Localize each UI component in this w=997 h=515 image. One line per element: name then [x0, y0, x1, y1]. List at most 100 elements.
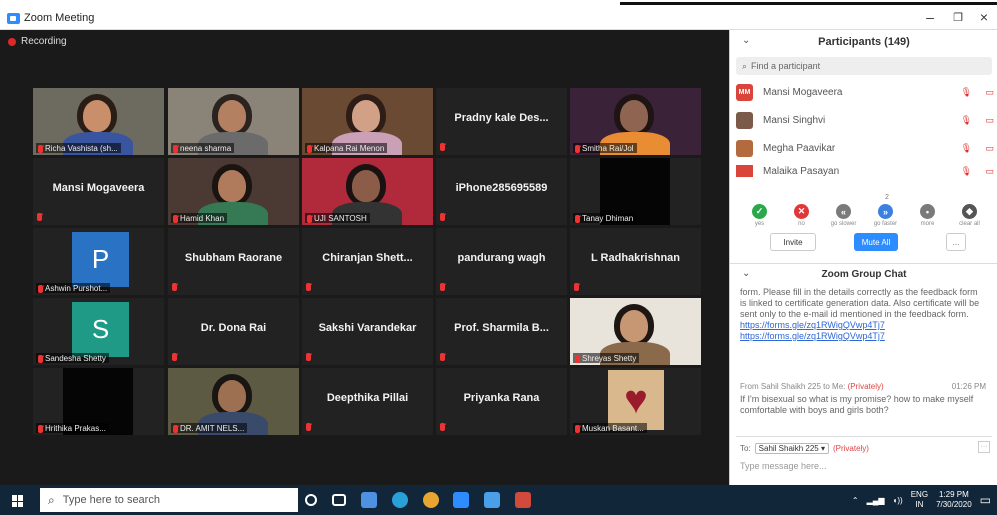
- reaction-label: clear all: [959, 221, 980, 227]
- muted-mic-icon: [440, 283, 445, 291]
- taskbar-search-box[interactable]: ⌕ Type here to search: [40, 488, 298, 512]
- video-off-icon[interactable]: ▭: [972, 143, 994, 154]
- record-icon: [8, 37, 16, 46]
- participant-row[interactable]: MM Mansi Mogaveera 🎙︎ ▭: [736, 81, 994, 103]
- video-tile[interactable]: iPhone285695589: [436, 158, 567, 225]
- video-gallery: Recording Richa Vashista (sh... neena sha…: [0, 30, 729, 485]
- edge-browser-icon[interactable]: [392, 492, 408, 508]
- video-tile[interactable]: ♥ Muskan Basant...: [570, 368, 701, 435]
- video-tile[interactable]: Chiranjan Shett...: [302, 228, 433, 295]
- video-tile[interactable]: S Sandesha Shetty: [33, 298, 164, 365]
- zoom-taskbar-icon[interactable]: [453, 492, 469, 508]
- video-tile[interactable]: Mansi Mogaveera: [33, 158, 164, 225]
- minimize-icon[interactable]: –: [918, 9, 942, 25]
- restore-icon[interactable]: ❐: [946, 11, 970, 24]
- video-tile[interactable]: Prof. Sharmila B...: [436, 298, 567, 365]
- muted-mic-icon: [307, 214, 312, 223]
- tile-name-label: Shreyas Shetty: [573, 353, 640, 363]
- video-tile[interactable]: Hrithika Prakas...: [33, 368, 164, 435]
- muted-mic-icon[interactable]: 🎙︎: [950, 143, 972, 154]
- file-explorer-icon[interactable]: [484, 492, 500, 508]
- participant-name: Mansi Mogaveera: [763, 86, 843, 98]
- participant-name: Megha Paavikar: [763, 142, 836, 154]
- participant-name: iPhone285695589: [455, 182, 548, 194]
- participant-name: Prof. Sharmila B...: [454, 322, 549, 334]
- recipient-private-tag: (Privately): [832, 444, 869, 453]
- video-off-icon[interactable]: ▭: [972, 166, 994, 177]
- network-icon[interactable]: ▂▄▆: [867, 496, 885, 505]
- reaction-button[interactable]: ✕ no: [785, 204, 818, 227]
- video-off-icon[interactable]: ▭: [972, 87, 994, 98]
- participant-search-input[interactable]: ⌕ Find a participant: [736, 57, 992, 75]
- participant-face: [218, 170, 246, 202]
- video-tile[interactable]: UJI SANTOSH: [302, 158, 433, 225]
- to-label: To:: [740, 444, 751, 453]
- muted-mic-icon: [173, 214, 178, 223]
- video-tile[interactable]: L Radhakrishnan: [570, 228, 701, 295]
- participant-row[interactable]: Megha Paavikar 🎙︎ ▭: [736, 137, 994, 159]
- chat-link[interactable]: https://forms.gle/zq1RWigQVwp4Tj7: [740, 331, 985, 342]
- reaction-button[interactable]: » go faster: [869, 204, 902, 227]
- participant-row[interactable]: Malaika Pasayan 🎙︎ ▭: [736, 165, 994, 177]
- windows-start-icon[interactable]: [12, 495, 24, 507]
- tile-name-label: DR. AMIT NELS...: [171, 423, 248, 433]
- mail-app-icon[interactable]: [361, 492, 377, 508]
- chat-link[interactable]: https://forms.gle/zq1RWigQVwp4Tj7: [740, 320, 985, 331]
- video-tile[interactable]: Pradny kale Des...: [436, 88, 567, 155]
- participant-row[interactable]: Mansi Singhvi 🎙︎ ▭: [736, 109, 994, 131]
- top-divider: [620, 2, 997, 5]
- notification-icon[interactable]: ▭: [980, 493, 991, 507]
- video-tile[interactable]: Dr. Dona Rai: [168, 298, 299, 365]
- language-indicator[interactable]: ENG IN: [911, 490, 928, 510]
- mute-all-button[interactable]: Mute All: [854, 233, 898, 251]
- reaction-icon: ✓: [752, 204, 767, 219]
- video-tile[interactable]: DR. AMIT NELS...: [168, 368, 299, 435]
- cortana-icon[interactable]: [305, 494, 317, 506]
- participant-avatar: [736, 165, 753, 177]
- muted-mic-icon: [38, 424, 43, 433]
- muted-mic-icon[interactable]: 🎙︎: [950, 87, 972, 98]
- participant-avatar: [736, 139, 753, 157]
- video-tile[interactable]: P Ashwin Purshot...: [33, 228, 164, 295]
- reaction-icon: »: [878, 204, 893, 219]
- video-tile[interactable]: neena sharma: [168, 88, 299, 155]
- chrome-browser-icon[interactable]: [423, 492, 439, 508]
- volume-icon[interactable]: ◖)): [893, 496, 903, 505]
- reaction-button[interactable]: • more: [911, 204, 944, 227]
- video-tile[interactable]: Smitha Rai/Jol: [570, 88, 701, 155]
- close-icon[interactable]: ×: [972, 9, 996, 25]
- reaction-button[interactable]: ◆ clear all: [953, 204, 986, 227]
- video-tile[interactable]: Shreyas Shetty: [570, 298, 701, 365]
- clock[interactable]: 1:29 PM 7/30/2020: [936, 490, 972, 510]
- video-tile[interactable]: Shubham Raorane: [168, 228, 299, 295]
- video-tile[interactable]: Sakshi Varandekar: [302, 298, 433, 365]
- chat-message-input[interactable]: Type message here...: [740, 461, 827, 471]
- recording-indicator[interactable]: Recording: [8, 36, 67, 47]
- tile-name-text: Hamid Khan: [180, 214, 225, 223]
- video-off-icon[interactable]: ▭: [972, 115, 994, 126]
- reaction-button[interactable]: « go slower: [827, 204, 860, 227]
- chat-more-icon[interactable]: ···: [978, 441, 990, 453]
- muted-mic-icon[interactable]: 🎙︎: [950, 166, 972, 177]
- video-tile[interactable]: Hamid Khan: [168, 158, 299, 225]
- tray-up-arrow-icon[interactable]: ⌃: [852, 496, 859, 505]
- tile-name-text: Smitha Rai/Jol: [582, 144, 634, 153]
- chat-header: ⌄ Zoom Group Chat: [730, 263, 997, 283]
- more-options-button[interactable]: ...: [946, 233, 966, 251]
- video-tile[interactable]: pandurang wagh: [436, 228, 567, 295]
- video-tile[interactable]: Priyanka Rana: [436, 368, 567, 435]
- participant-name: Sakshi Varandekar: [318, 322, 417, 334]
- invite-button[interactable]: Invite: [770, 233, 816, 251]
- muted-mic-icon: [173, 424, 178, 433]
- reaction-button[interactable]: ✓ yes: [743, 204, 776, 227]
- task-view-icon[interactable]: [332, 494, 346, 506]
- muted-mic-icon[interactable]: 🎙︎: [950, 115, 972, 126]
- video-tile[interactable]: Kalpana Rai Menon: [302, 88, 433, 155]
- app-taskbar-icon[interactable]: [515, 492, 531, 508]
- tile-name-text: Ashwin Purshot...: [45, 284, 108, 293]
- recipient-select[interactable]: Sahil Shaikh 225 ▾: [754, 443, 829, 454]
- video-tile[interactable]: Richa Vashista (sh...: [33, 88, 164, 155]
- video-tile[interactable]: Tanay Dhiman: [570, 158, 701, 225]
- video-tile[interactable]: Deepthika Pillai: [302, 368, 433, 435]
- clock-date: 7/30/2020: [936, 500, 972, 509]
